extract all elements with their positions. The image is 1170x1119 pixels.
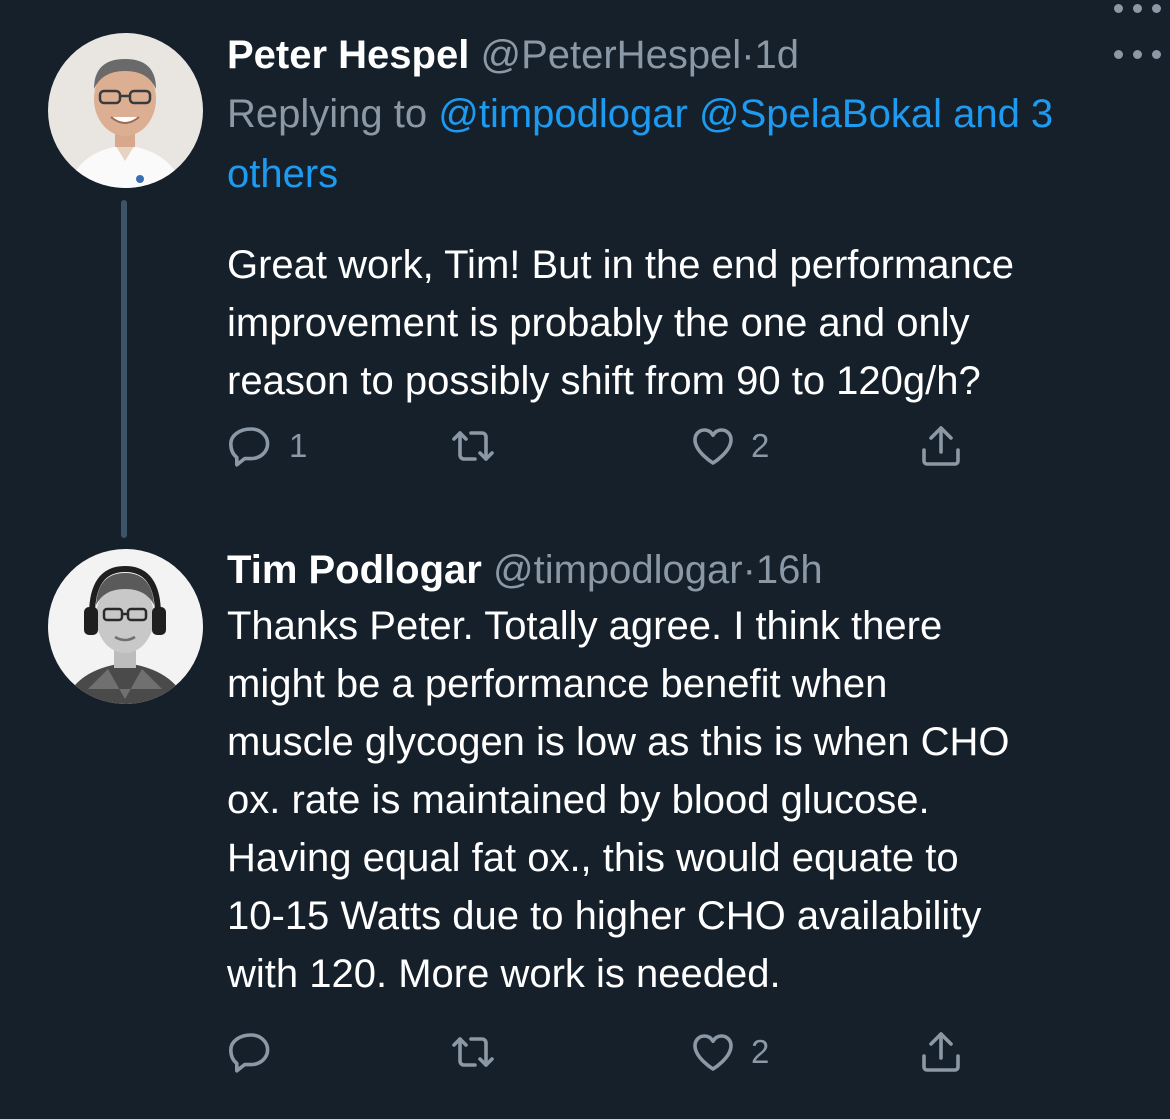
avatar[interactable] <box>48 33 203 188</box>
separator-dot: · <box>741 33 755 77</box>
tweet[interactable]: Tim Podlogar @timpodlogar·16h Thanks Pet… <box>0 520 1170 1119</box>
share-button[interactable] <box>917 416 965 476</box>
author-name[interactable]: Tim Podlogar <box>227 548 482 592</box>
tweet-text-line: reason to possibly shift from 90 to 120g… <box>227 359 981 403</box>
tweet-text-line: ox. rate is maintained by blood glucose. <box>227 778 930 822</box>
tweet-text-line: might be a performance benefit when <box>227 662 888 706</box>
retweet-button[interactable] <box>449 1022 497 1082</box>
tweet-text-line: Thanks Peter. Totally agree. I think the… <box>227 604 943 648</box>
like-button[interactable]: 2 <box>689 1022 769 1082</box>
author-handle[interactable]: @timpodlogar <box>493 548 743 592</box>
share-icon <box>922 1032 960 1072</box>
tweet-text-line: with 120. More work is needed. <box>227 952 781 996</box>
author-handle[interactable]: @PeterHespel <box>480 33 741 77</box>
like-count: 2 <box>751 1033 770 1070</box>
tweet[interactable]: Peter Hespel @PeterHespel·1d Replying to… <box>0 0 1170 538</box>
tweet-text: Thanks Peter. Totally agree. I think the… <box>227 597 1122 1003</box>
replying-to: Replying to @timpodlogar @SpelaBokal and… <box>227 84 1122 204</box>
more-icon[interactable] <box>1114 46 1162 62</box>
tweet-text-line: Great work, Tim! But in the end performa… <box>227 243 1015 287</box>
author-name[interactable]: Peter Hespel <box>227 33 469 77</box>
reply-icon <box>229 1033 270 1073</box>
reply-button[interactable] <box>227 1022 275 1082</box>
retweet-button[interactable] <box>449 416 497 476</box>
heart-icon <box>693 428 733 465</box>
tweet-time[interactable]: 1d <box>755 33 800 77</box>
tweet-text: Great work, Tim! But in the end performa… <box>227 236 1122 410</box>
mention-link[interactable]: @SpelaBokal <box>699 92 942 136</box>
retweet-icon <box>452 431 494 461</box>
thread-connector-line <box>121 200 127 538</box>
tweet-text-line: muscle glycogen is low as this is when C… <box>227 720 1010 764</box>
action-bar: 2 <box>227 1022 987 1082</box>
replying-to-label: Replying to <box>227 92 428 136</box>
heart-icon <box>693 1034 733 1071</box>
tweet-time[interactable]: 16h <box>756 548 823 592</box>
reply-count: 1 <box>289 427 308 464</box>
like-button[interactable]: 2 <box>689 416 769 476</box>
tweet-text-line: Having equal fat ox., this would equate … <box>227 836 959 880</box>
tweet-header: Peter Hespel @PeterHespel·1d <box>227 28 1122 82</box>
tweet-header: Tim Podlogar @timpodlogar·16h <box>227 543 1122 597</box>
like-count: 2 <box>751 427 770 464</box>
avatar[interactable] <box>48 549 203 704</box>
reply-button[interactable]: 1 <box>227 416 307 476</box>
more-icon[interactable] <box>1114 0 1162 16</box>
share-button[interactable] <box>917 1022 965 1082</box>
reply-icon <box>229 427 270 467</box>
tweet-text-line: 10-15 Watts due to higher CHO availabili… <box>227 894 982 938</box>
separator-dot: · <box>742 548 756 592</box>
retweet-icon <box>452 1037 494 1067</box>
action-bar: 1 2 <box>227 416 987 476</box>
tweet-text-line: improvement is probably the one and only <box>227 301 970 345</box>
share-icon <box>922 426 960 466</box>
mention-link[interactable]: @timpodlogar <box>438 92 688 136</box>
